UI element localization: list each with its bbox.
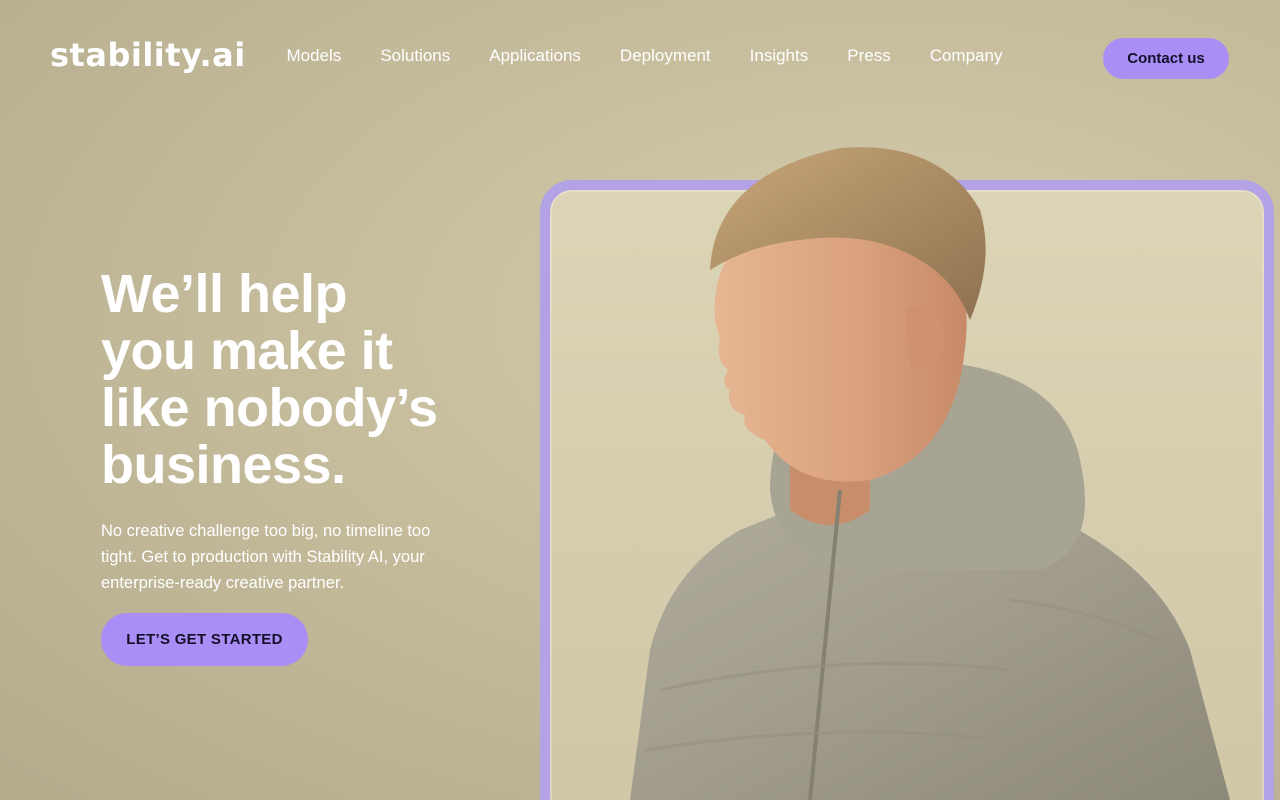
nav-item-applications[interactable]: Applications [489,46,581,66]
stability-ai-logo[interactable]: stability.ai [50,36,246,74]
hero-portrait-image [630,147,1230,800]
top-navigation: stability.ai Models Solutions Applicatio… [0,0,1280,116]
nav-item-company[interactable]: Company [930,46,1003,66]
headline-line: business. [101,435,346,495]
headline-line: you make it [101,321,393,381]
hero-subtitle: No creative challenge too big, no timeli… [101,522,431,592]
nav-item-insights[interactable]: Insights [750,46,809,66]
get-started-button[interactable]: LET’S GET STARTED [101,613,308,666]
nav-item-press[interactable]: Press [847,46,890,66]
nav-item-models[interactable]: Models [287,46,342,66]
nav-item-solutions[interactable]: Solutions [380,46,450,66]
contact-us-button[interactable]: Contact us [1103,38,1229,79]
nav-item-deployment[interactable]: Deployment [620,46,711,66]
main-menu: Models Solutions Applications Deployment… [267,46,1022,66]
headline-line: like nobody’s [101,378,438,438]
headline-line: We’ll help [101,264,348,324]
hero-section: We’ll help you make it like nobody’s bus… [101,266,501,666]
hero-headline: We’ll help you make it like nobody’s bus… [101,266,501,494]
